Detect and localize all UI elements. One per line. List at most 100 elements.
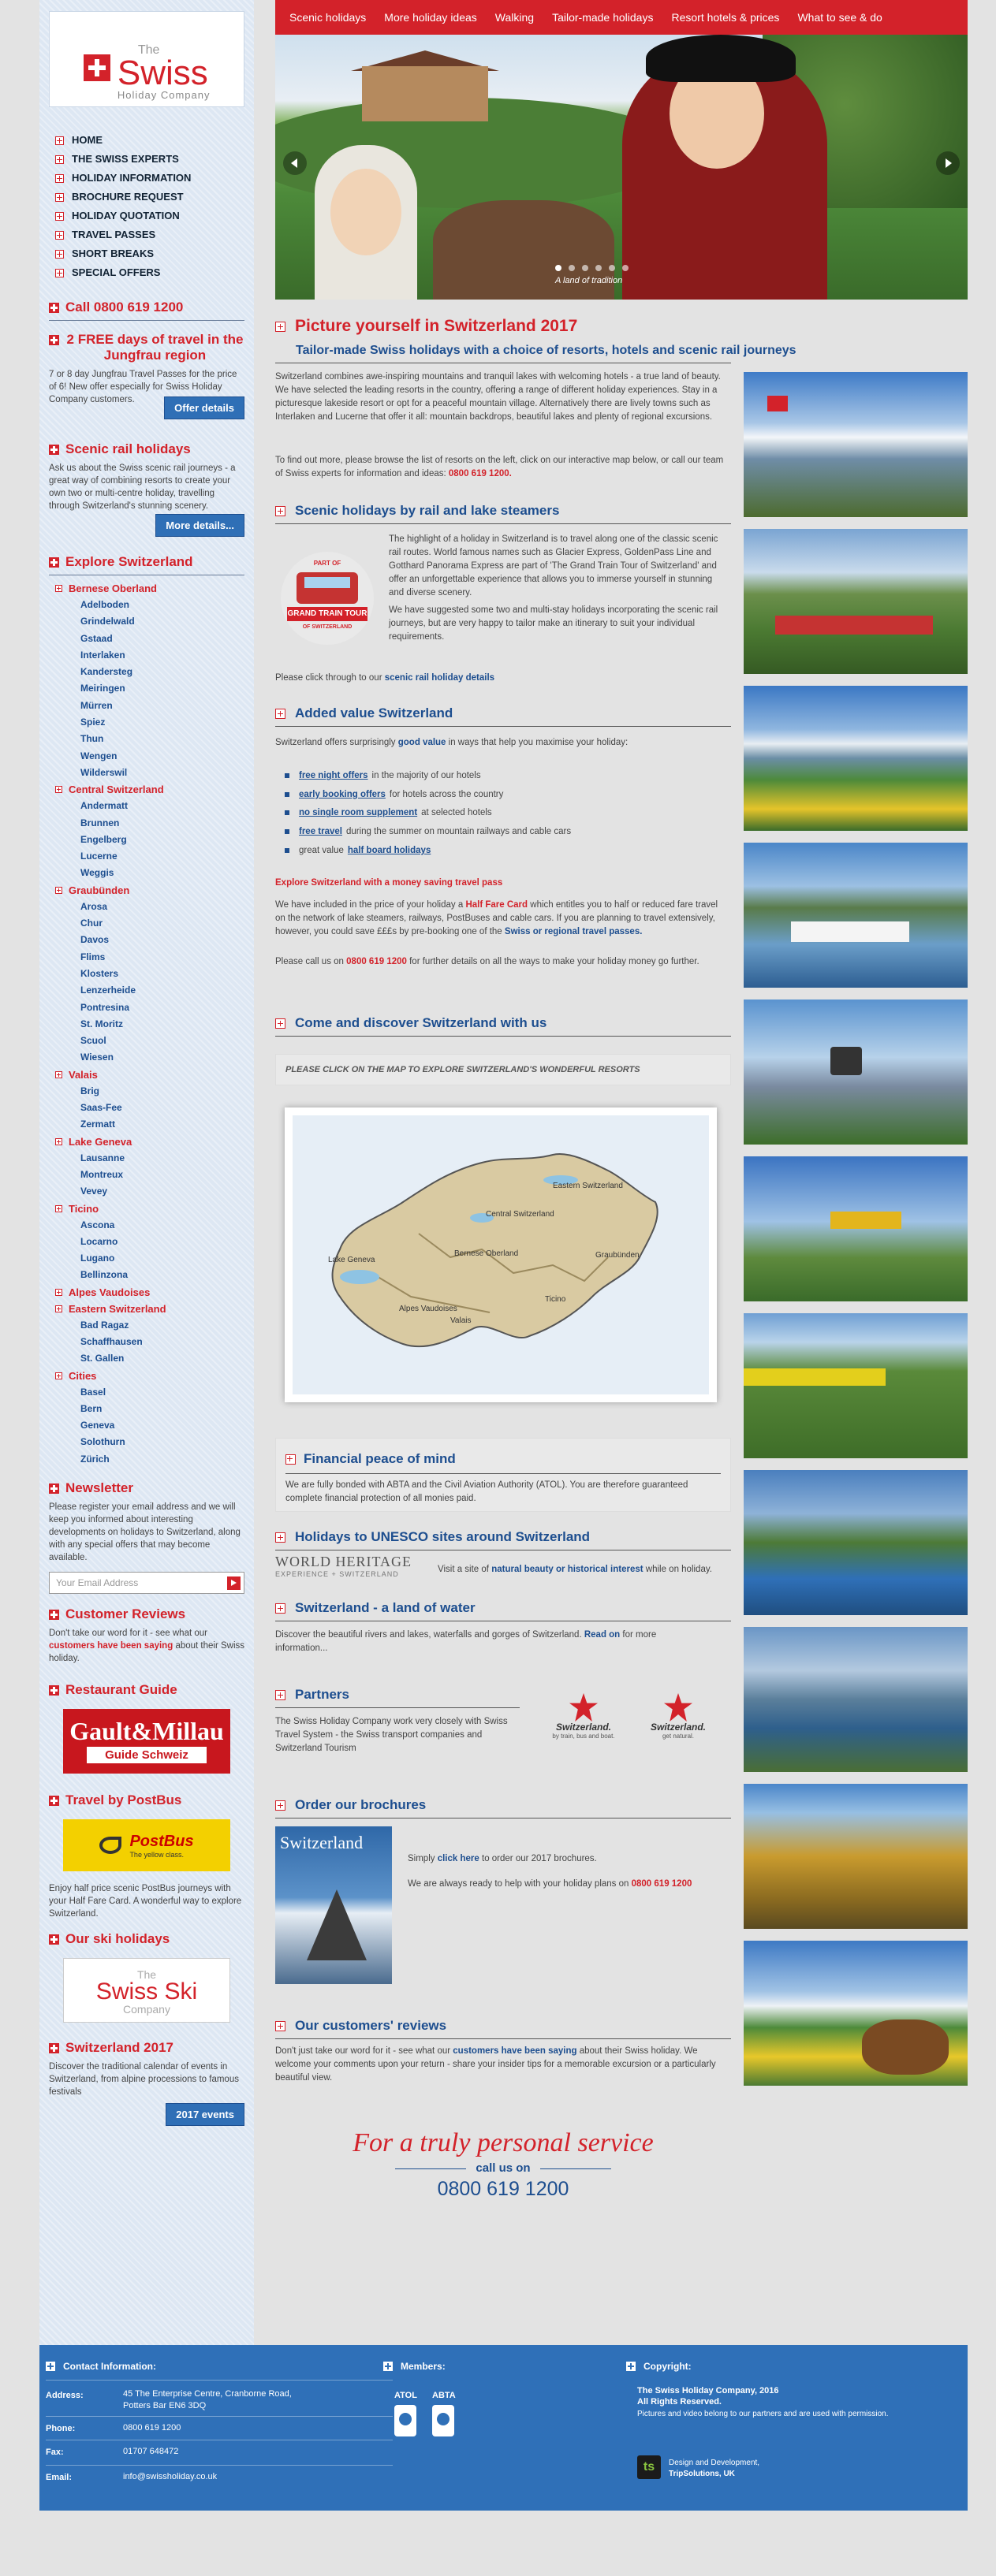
resort-link[interactable]: Scuol bbox=[49, 1033, 244, 1049]
order-brochure-link[interactable]: click here bbox=[438, 1854, 479, 1863]
value-link[interactable]: half board holidays bbox=[348, 846, 431, 855]
water-read-on-link[interactable]: Read on bbox=[584, 1630, 620, 1640]
region-link[interactable]: Eastern Switzerland bbox=[49, 1301, 244, 1317]
switzerland-map[interactable]: Eastern Switzerland Central Switzerland … bbox=[285, 1107, 717, 1402]
region-link[interactable]: Central Switzerland bbox=[49, 781, 244, 798]
resort-link[interactable]: Brig bbox=[49, 1083, 244, 1100]
design-line-2[interactable]: TripSolutions, UK bbox=[669, 2470, 735, 2478]
resort-link[interactable]: Klosters bbox=[49, 966, 244, 982]
resort-link[interactable]: Lenzerheide bbox=[49, 982, 244, 999]
resort-link[interactable]: Zürich bbox=[49, 1451, 244, 1468]
pass-phone[interactable]: 0800 619 1200 bbox=[346, 957, 407, 966]
world-heritage-logo[interactable]: WORLD HERITAGE EXPERIENCE + SWITZERLAND bbox=[275, 1554, 417, 1585]
good-value-link[interactable]: good value bbox=[398, 738, 446, 747]
main-nav-item[interactable]: HOLIDAY INFORMATION bbox=[55, 169, 244, 188]
rail-details-link[interactable]: scenic rail holiday details bbox=[385, 673, 494, 683]
map-label[interactable]: Graubünden bbox=[595, 1251, 640, 1260]
slide-prev-icon[interactable] bbox=[283, 151, 307, 175]
resort-link[interactable]: Lucerne bbox=[49, 848, 244, 865]
unesco-link[interactable]: natural beauty or historical interest bbox=[491, 1565, 643, 1574]
resort-link[interactable]: Adelboden bbox=[49, 597, 244, 613]
resort-link[interactable]: Kandersteg bbox=[49, 664, 244, 680]
resort-link[interactable]: Grindelwald bbox=[49, 613, 244, 630]
travel-passes-link[interactable]: Swiss or regional travel passes. bbox=[505, 927, 643, 936]
map-label[interactable]: Alpes Vaudoises bbox=[399, 1305, 457, 1313]
brochure-cover[interactable]: Switzerland bbox=[275, 1826, 392, 1984]
submit-arrow-icon[interactable] bbox=[227, 1576, 241, 1591]
main-nav-item[interactable]: TRAVEL PASSES bbox=[55, 225, 244, 244]
value-link[interactable]: free travel bbox=[299, 827, 342, 836]
region-link[interactable]: Lake Geneva bbox=[49, 1134, 244, 1150]
resort-link[interactable]: Schaffhausen bbox=[49, 1334, 244, 1350]
resort-link[interactable]: Bern bbox=[49, 1401, 244, 1417]
map-label[interactable]: Bernese Oberland bbox=[454, 1249, 518, 1258]
resort-link[interactable]: Locarno bbox=[49, 1234, 244, 1250]
resort-link[interactable]: Solothurn bbox=[49, 1434, 244, 1450]
value-link[interactable]: early booking offers bbox=[299, 790, 386, 799]
half-fare-link[interactable]: Half Fare Card bbox=[465, 900, 528, 910]
swiss-ski-logo[interactable]: The Swiss Ski Company bbox=[63, 1958, 230, 2023]
postbus-logo[interactable]: PostBus The yellow class. bbox=[63, 1819, 230, 1872]
map-label[interactable]: Valais bbox=[450, 1316, 472, 1325]
intro-phone[interactable]: 0800 619 1200. bbox=[449, 469, 512, 478]
region-link[interactable]: Valais bbox=[49, 1067, 244, 1083]
resort-link[interactable]: Wiesen bbox=[49, 1049, 244, 1066]
main-nav-item[interactable]: BROCHURE REQUEST bbox=[55, 188, 244, 207]
atol-logo[interactable] bbox=[394, 2405, 416, 2436]
resort-link[interactable]: Meiringen bbox=[49, 680, 244, 697]
email-value[interactable]: info@swissholiday.co.uk bbox=[123, 2471, 217, 2483]
slide-next-icon[interactable] bbox=[936, 151, 960, 175]
email-input[interactable]: Your Email Address bbox=[49, 1572, 244, 1595]
resort-link[interactable]: Chur bbox=[49, 915, 244, 932]
region-link[interactable]: Alpes Vaudoises bbox=[49, 1284, 244, 1301]
resort-link[interactable]: Bellinzona bbox=[49, 1267, 244, 1283]
resort-link[interactable]: Vevey bbox=[49, 1183, 244, 1200]
resort-link[interactable]: Zermatt bbox=[49, 1116, 244, 1133]
resort-link[interactable]: Spiez bbox=[49, 714, 244, 731]
resort-link[interactable]: Weggis bbox=[49, 865, 244, 881]
personal-phone[interactable]: 0800 619 1200 bbox=[275, 2178, 731, 2201]
main-nav-item[interactable]: HOME bbox=[55, 131, 244, 150]
region-link[interactable]: Cities bbox=[49, 1368, 244, 1384]
resort-link[interactable]: Arosa bbox=[49, 899, 244, 915]
slide-dots[interactable] bbox=[555, 265, 629, 271]
resort-link[interactable]: Wengen bbox=[49, 748, 244, 765]
resort-link[interactable]: Basel bbox=[49, 1384, 244, 1401]
rail-heading[interactable]: Scenic rail holidays bbox=[49, 441, 244, 457]
map-label[interactable]: Eastern Switzerland bbox=[553, 1182, 623, 1190]
region-link[interactable]: Bernese Oberland bbox=[49, 580, 244, 597]
resort-link[interactable]: Bad Ragaz bbox=[49, 1317, 244, 1334]
resort-link[interactable]: Brunnen bbox=[49, 815, 244, 832]
map-label[interactable]: Central Switzerland bbox=[486, 1210, 554, 1219]
resort-link[interactable]: Mürren bbox=[49, 698, 244, 714]
map-label[interactable]: Ticino bbox=[545, 1295, 565, 1304]
value-link[interactable]: no single room supplement bbox=[299, 808, 417, 817]
main-nav-item[interactable]: THE SWISS EXPERTS bbox=[55, 150, 244, 169]
resort-link[interactable]: Lausanne bbox=[49, 1150, 244, 1167]
top-nav-item[interactable]: Walking bbox=[495, 11, 534, 24]
events-button[interactable]: 2017 events bbox=[166, 2103, 244, 2127]
top-nav-item[interactable]: Resort hotels & prices bbox=[671, 11, 779, 24]
resort-link[interactable]: Geneva bbox=[49, 1417, 244, 1434]
top-nav-item[interactable]: What to see & do bbox=[797, 11, 882, 24]
resort-link[interactable]: Pontresina bbox=[49, 1000, 244, 1016]
main-nav-item[interactable]: SHORT BREAKS bbox=[55, 244, 244, 263]
resort-link[interactable]: Montreux bbox=[49, 1167, 244, 1183]
resort-link[interactable]: Flims bbox=[49, 949, 244, 966]
reviews-link[interactable]: customers have been saying bbox=[49, 1641, 173, 1651]
resort-link[interactable]: Wilderswil bbox=[49, 765, 244, 781]
resort-link[interactable]: Engelberg bbox=[49, 832, 244, 848]
resort-link[interactable]: Lugano bbox=[49, 1250, 244, 1267]
customer-reviews-link[interactable]: customers have been saying bbox=[453, 2046, 576, 2056]
value-link[interactable]: free night offers bbox=[299, 771, 368, 780]
resort-link[interactable]: St. Gallen bbox=[49, 1350, 244, 1367]
resort-link[interactable]: Davos bbox=[49, 932, 244, 948]
map-label[interactable]: Lake Geneva bbox=[328, 1256, 375, 1264]
resort-link[interactable]: Ascona bbox=[49, 1217, 244, 1234]
phone-value[interactable]: 0800 619 1200 bbox=[123, 2422, 181, 2434]
resort-link[interactable]: Saas-Fee bbox=[49, 1100, 244, 1116]
region-link[interactable]: Graubünden bbox=[49, 882, 244, 899]
offer-details-button[interactable]: Offer details bbox=[164, 396, 244, 419]
site-logo[interactable]: The Swiss Holiday Company bbox=[49, 11, 244, 107]
region-link[interactable]: Ticino bbox=[49, 1201, 244, 1217]
